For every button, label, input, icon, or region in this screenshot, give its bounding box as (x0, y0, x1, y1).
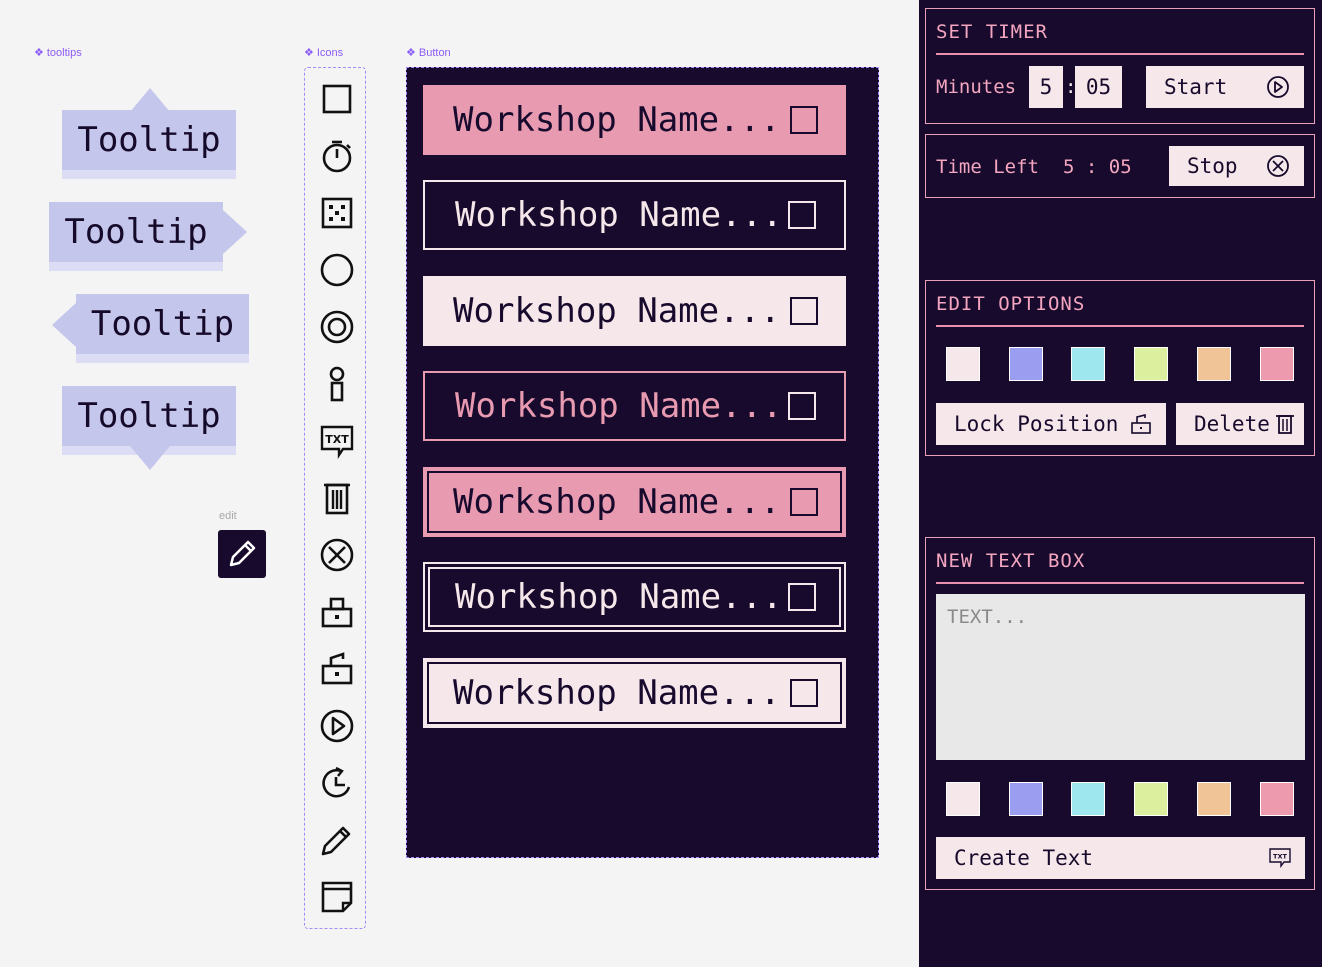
color-swatch-pale[interactable] (946, 347, 980, 381)
color-swatch-cyan[interactable] (1071, 782, 1105, 816)
time-left-card: Time Left 5 : 05 Stop (925, 134, 1315, 198)
color-swatch-purple[interactable] (1009, 782, 1043, 816)
set-timer-title: SET TIMER (936, 21, 1048, 43)
minutes-label: Minutes (936, 76, 1017, 98)
new-text-box-card: NEW TEXT BOX TEXT... Create Text TXT (925, 537, 1315, 890)
control-panel: SET TIMER Minutes 5 : 05 Start Time Left… (919, 0, 1322, 967)
restart-icon (319, 765, 355, 801)
tooltip-arrow-right: Tooltip (49, 202, 223, 262)
checkbox-icon (790, 679, 818, 707)
dice-icon (319, 195, 355, 231)
workshop-button-outline-light[interactable]: Workshop Name... (423, 180, 846, 250)
workshop-button-outline-pink[interactable]: Workshop Name... (423, 371, 846, 441)
lock-position-button[interactable]: Lock Position (936, 403, 1166, 445)
minutes-input[interactable]: 5 (1029, 66, 1063, 108)
checkbox-icon (790, 297, 818, 325)
color-swatch-lime[interactable] (1134, 347, 1168, 381)
note-icon (319, 879, 355, 915)
color-swatch-cyan[interactable] (1071, 347, 1105, 381)
tooltip-arrow-left-shape (52, 303, 76, 347)
color-swatch-pale[interactable] (946, 782, 980, 816)
checkbox-icon (788, 201, 816, 229)
person-icon (319, 366, 355, 402)
stop-button[interactable]: Stop (1169, 146, 1304, 186)
color-swatch-pink[interactable] (1260, 782, 1294, 816)
tooltip-arrow-down (130, 446, 170, 470)
txt-icon: TXT (1269, 848, 1291, 868)
checkbox-icon (790, 106, 818, 134)
circle-icon (319, 252, 355, 288)
text-box-input[interactable]: TEXT... (936, 594, 1305, 760)
svg-text:TXT: TXT (1273, 853, 1287, 861)
workshop-button-pink-selected[interactable]: Workshop Name... (423, 467, 846, 537)
edit-options-card: EDIT OPTIONS Lock Position Delete (925, 280, 1315, 456)
tooltip-arrow-bottom: Tooltip (62, 386, 236, 446)
workshop-button-pink[interactable]: Workshop Name... (423, 85, 846, 155)
color-swatch-lime[interactable] (1134, 782, 1168, 816)
tooltip-arrow-left: Tooltip (76, 294, 249, 354)
time-left-value: 5 : 05 (1063, 156, 1132, 178)
new-text-box-title: NEW TEXT BOX (936, 550, 1086, 572)
square-icon (319, 81, 355, 117)
timer-icon (319, 138, 355, 174)
divider (936, 325, 1304, 327)
target-icon (319, 309, 355, 345)
seconds-input[interactable]: 05 (1075, 66, 1122, 108)
trash-icon (1276, 415, 1294, 434)
close-circle-icon (319, 537, 355, 573)
delete-button[interactable]: Delete (1176, 403, 1304, 445)
set-timer-card: SET TIMER Minutes 5 : 05 Start (925, 8, 1315, 124)
unlock-icon (1131, 413, 1151, 434)
checkbox-icon (788, 392, 816, 420)
workshop-button-outline-light-selected[interactable]: Workshop Name... (423, 562, 846, 632)
time-left-label: Time Left (936, 156, 1039, 178)
color-swatch-purple[interactable] (1009, 347, 1043, 381)
edit-button[interactable] (218, 530, 266, 578)
tooltip-arrow-up (130, 88, 170, 112)
trash-icon (319, 480, 355, 516)
tooltip-arrow-right-shape (223, 210, 247, 254)
play-icon (319, 708, 355, 744)
edit-options-title: EDIT OPTIONS (936, 293, 1086, 315)
tooltip-arrow-top: Tooltip (62, 110, 236, 170)
pencil-icon (319, 822, 355, 858)
button-variants-frame: Workshop Name... Workshop Name... Worksh… (406, 67, 879, 858)
create-text-button[interactable]: Create Text TXT (936, 837, 1305, 879)
tooltips-frame-label: ❖ tooltips (34, 47, 82, 59)
start-button[interactable]: Start (1146, 66, 1304, 108)
workshop-button-pale-selected[interactable]: Workshop Name... (423, 658, 846, 728)
checkbox-icon (790, 488, 818, 516)
unlock-icon (319, 651, 355, 687)
lock-icon (319, 594, 355, 630)
edit-label: edit (219, 510, 237, 522)
divider (936, 582, 1304, 584)
color-swatch-peach[interactable] (1197, 782, 1231, 816)
button-frame-label: ❖ Button (406, 47, 451, 59)
icon-library-frame: TXT (304, 67, 366, 929)
svg-text:TXT: TXT (325, 433, 349, 446)
text-box-placeholder: TEXT... (947, 606, 1028, 628)
divider (936, 53, 1304, 55)
close-circle-icon (1267, 155, 1289, 177)
color-swatch-peach[interactable] (1197, 347, 1231, 381)
play-icon (1267, 76, 1289, 98)
checkbox-icon (788, 583, 816, 611)
workshop-button-pale[interactable]: Workshop Name... (423, 276, 846, 346)
txt-icon: TXT (319, 423, 355, 459)
color-swatch-pink[interactable] (1260, 347, 1294, 381)
pencil-icon (229, 540, 256, 567)
icons-frame-label: ❖ Icons (304, 47, 344, 59)
